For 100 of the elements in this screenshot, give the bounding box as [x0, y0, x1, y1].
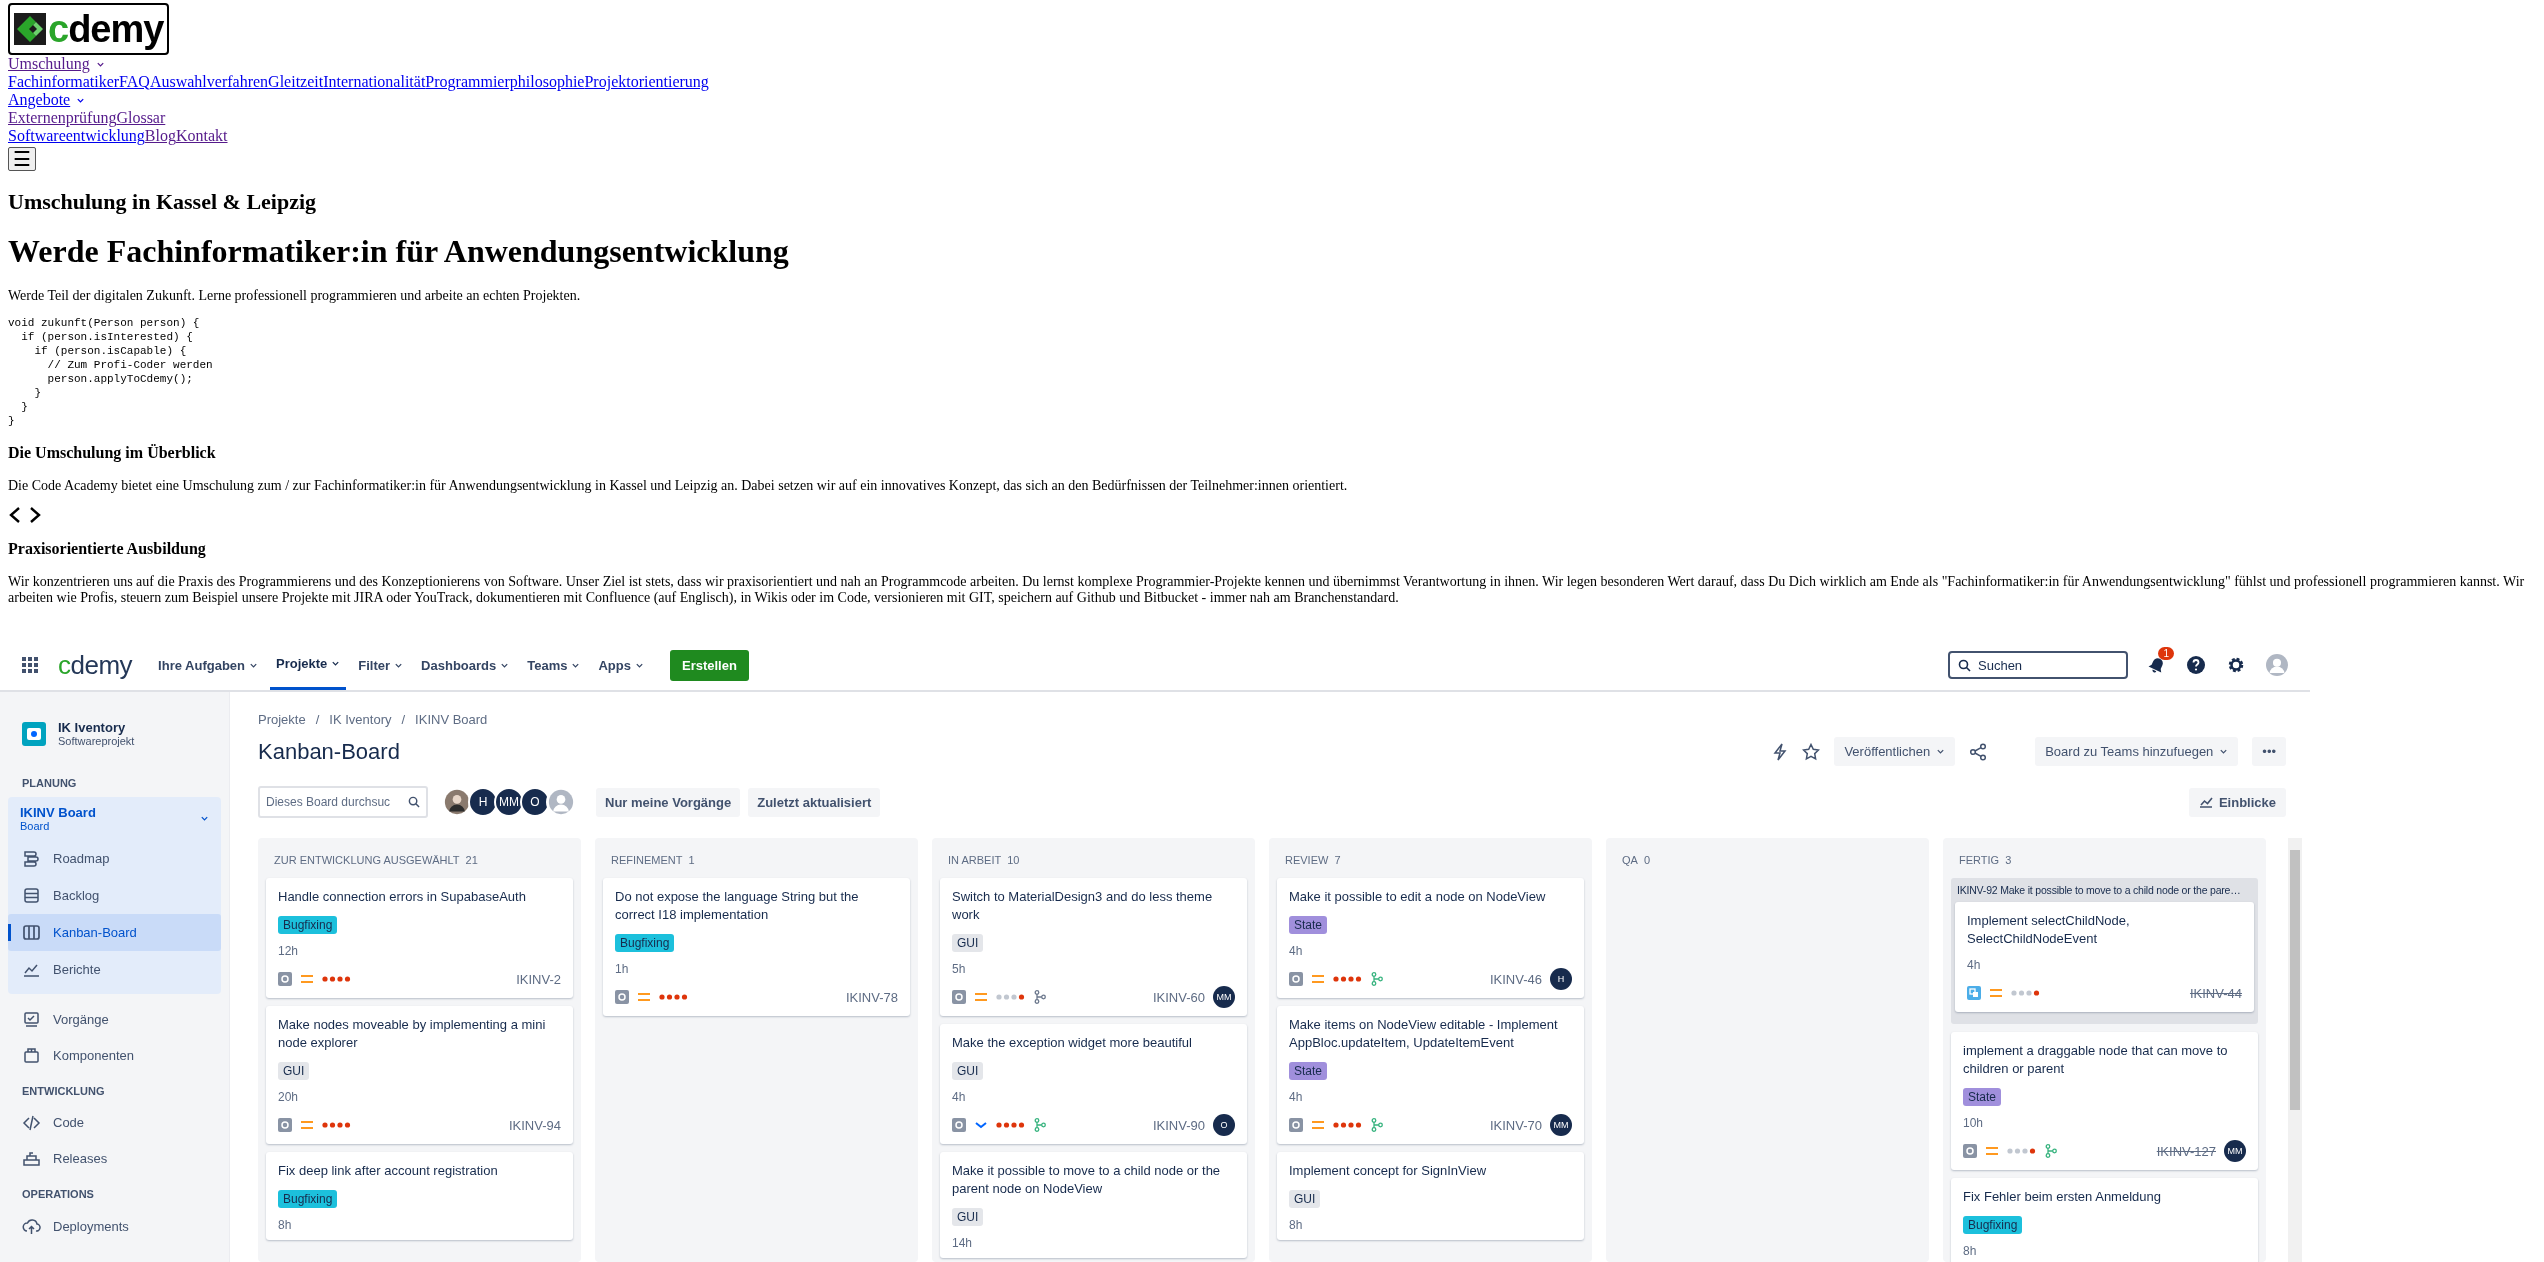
scrollbar[interactable] — [2288, 838, 2302, 1262]
chart-icon — [2198, 796, 2213, 808]
issue-card[interactable]: Handle connection errors in SupabaseAuth Bugfixing 12h IKINV-2 — [266, 878, 573, 998]
issue-card[interactable]: Make it possible to edit a node on NodeView State 4h IKINV-46 H — [1277, 878, 1584, 998]
project-type: Softwareprojekt — [58, 735, 135, 747]
issue-card[interactable]: Make it possible to move to a child node or the parent node on NodeView GUI 14h — [940, 1152, 1247, 1258]
app-logo[interactable]: cdemy — [58, 649, 133, 681]
board-switcher[interactable]: IKINV Board Board — [8, 797, 221, 840]
breadcrumb-separator: / — [401, 712, 406, 727]
issue-card[interactable]: Make nodes moveable by implementing a mini node explorer GUI 20h IKINV-94 — [266, 1006, 573, 1144]
app-grid-icon[interactable] — [22, 657, 38, 673]
issue-key[interactable]: IKINV-90 — [1152, 1117, 1205, 1133]
insights-button[interactable]: Einblicke — [2188, 787, 2286, 817]
nav-link[interactable]: Auswahlverfahren — [149, 73, 269, 91]
create-button[interactable]: Erstellen — [670, 649, 749, 681]
card-title: implement a draggable node that can move to children or parent — [1963, 1042, 2229, 1078]
sidebar-item[interactable]: Roadmap — [8, 840, 221, 877]
issue-key[interactable]: IKINV-44 — [2189, 985, 2242, 1001]
card-title: Make nodes moveable by implementing a mini node explorer — [278, 1016, 547, 1052]
filter-button[interactable]: Zuletzt aktualisiert — [748, 787, 881, 817]
card-label: GUI — [952, 934, 984, 952]
top-menu-item[interactable]: Projekte — [270, 640, 347, 690]
issue-card[interactable]: Make the exception widget more beautiful GUI 4h IKINV-90 O — [940, 1024, 1247, 1144]
top-menu-item[interactable]: Filter — [352, 640, 410, 690]
site-logo[interactable]: cdemy — [8, 3, 170, 55]
issue-card[interactable]: Implement concept for SignInView GUI 8h — [1277, 1152, 1584, 1240]
nav-link[interactable]: Softwareentwicklung — [8, 127, 145, 145]
issue-card[interactable]: Fix Fehler beim ersten Anmeldung Bugfixing 8h — [1951, 1178, 2258, 1262]
nav-link[interactable]: Gleitzeit — [268, 73, 324, 91]
nav-menu-link[interactable]: Umschulung — [8, 55, 105, 73]
issue-card[interactable]: Implement selectChildNode, SelectChildNodeEvent 4h IKINV-44 — [1955, 902, 2254, 1012]
nav-link[interactable]: Externenprüfung — [8, 109, 117, 127]
share-icon[interactable] — [1969, 742, 1988, 761]
sidebar-section-title: ENTWICKLUNG — [21, 1084, 106, 1099]
issue-card[interactable]: Fix deep link after account registration Bugfixing 8h — [266, 1152, 573, 1240]
card-label: State — [1289, 916, 1328, 934]
issue-key[interactable]: IKINV-94 — [508, 1117, 561, 1133]
issue-card[interactable]: Switch to MaterialDesign3 and do less theme work GUI 5h IKINV-60 MM — [940, 878, 1247, 1016]
teams-dropdown[interactable]: Board zu Teams hinzufuegen — [2035, 737, 2239, 766]
top-menu-item[interactable]: Teams — [521, 640, 587, 690]
issue-key[interactable]: IKINV-2 — [516, 971, 561, 987]
assignee-avatar: MM — [1550, 1114, 1572, 1136]
assignee-avatar: MM — [2224, 1140, 2246, 1162]
publish-dropdown[interactable]: Veröffentlichen — [1834, 737, 1956, 766]
sidebar-item[interactable]: Code — [8, 1105, 221, 1141]
notification-icon[interactable] — [2148, 656, 2166, 674]
issue-key[interactable]: IKINV-70 — [1489, 1117, 1542, 1133]
top-menu-item[interactable]: Ihre Aufgaben — [152, 640, 264, 690]
parent-issue-title[interactable]: IKINV-92 Make it possible to move to a child node or the pare… — [1955, 882, 2254, 902]
help-icon[interactable] — [2186, 655, 2206, 675]
time-estimate: 1h — [615, 962, 630, 976]
sidebar-item[interactable]: Kanban-Board — [8, 914, 221, 951]
issue-card[interactable]: implement a draggable node that can move to children or parent State 10h IKINV-127 MM — [1951, 1032, 2258, 1170]
sidebar-item[interactable]: Berichte — [8, 951, 221, 988]
nav-link[interactable]: Kontakt — [176, 127, 228, 145]
nav-link[interactable]: Internationalität — [323, 73, 426, 91]
more-button[interactable]: ••• — [2252, 737, 2286, 766]
issue-card[interactable]: Do not expose the language String but the correct I18 implementation Bugfixing 1h IKINV-78 — [603, 878, 910, 1016]
nav-link[interactable]: Programmierphilosophie — [425, 73, 585, 91]
nav-link[interactable]: Projektorientierung — [584, 73, 709, 91]
sidebar-item[interactable]: Vorgänge — [8, 1001, 221, 1038]
issue-key[interactable]: IKINV-127 — [2156, 1143, 2216, 1159]
issue-key[interactable]: IKINV-46 — [1489, 971, 1542, 987]
top-menu-item[interactable]: Apps — [592, 640, 650, 690]
top-menu-item[interactable]: Dashboards — [415, 640, 516, 690]
issue-key[interactable]: IKINV-78 — [845, 989, 898, 1005]
lightning-icon[interactable] — [1772, 742, 1789, 761]
search-field[interactable]: Suchen — [1948, 651, 2128, 679]
time-estimate: 5h — [952, 962, 967, 976]
nav-link[interactable]: Glossar — [116, 109, 166, 127]
user-avatar[interactable]: O — [520, 787, 550, 817]
time-estimate: 10h — [1963, 1116, 1985, 1130]
breadcrumb-link[interactable]: IK Iventory — [329, 712, 392, 727]
issue-card[interactable]: Make items on NodeView editable - Implement AppBloc.updateItem, UpdateItemEvent State 4h IKINV-70 MM — [1277, 1006, 1584, 1144]
issue-key[interactable]: IKINV-60 — [1152, 989, 1205, 1005]
column-count: 7 — [1334, 854, 1341, 866]
column-count: 21 — [465, 854, 478, 866]
sidebar-item[interactable]: Backlog — [8, 877, 221, 914]
breadcrumb-link[interactable]: IKINV Board — [415, 712, 488, 727]
nav-link[interactable]: Blog — [144, 127, 176, 145]
breadcrumb-link[interactable]: Projekte — [258, 712, 306, 727]
time-estimate: 20h — [278, 1090, 300, 1104]
card-label: Bugfixing — [615, 934, 675, 952]
sidebar-item[interactable]: Releases — [8, 1140, 221, 1177]
nav-menu-link[interactable]: Angebote — [8, 91, 86, 109]
filter-button[interactable]: Nur meine Vorgänge — [596, 787, 741, 817]
board-search-field[interactable]: Dieses Board durchsuc — [258, 786, 428, 818]
user-avatar-icon — [2266, 654, 2288, 676]
star-icon[interactable] — [1802, 742, 1821, 761]
settings-icon[interactable] — [2226, 655, 2246, 675]
card-label: State — [1289, 1062, 1328, 1080]
nav-link[interactable]: FAQ — [119, 73, 150, 91]
user-avatar[interactable]: MM — [494, 787, 524, 817]
menu-button[interactable]: ☰ — [8, 147, 36, 171]
sidebar-item[interactable]: Deployments — [8, 1208, 221, 1244]
nav-link[interactable]: Fachinformatiker — [8, 73, 120, 91]
card-label: State — [1963, 1088, 2002, 1106]
sidebar-item[interactable]: Komponenten — [8, 1037, 221, 1073]
user-avatar[interactable]: H — [468, 787, 498, 817]
column-title: REFINEMENT — [611, 854, 683, 866]
